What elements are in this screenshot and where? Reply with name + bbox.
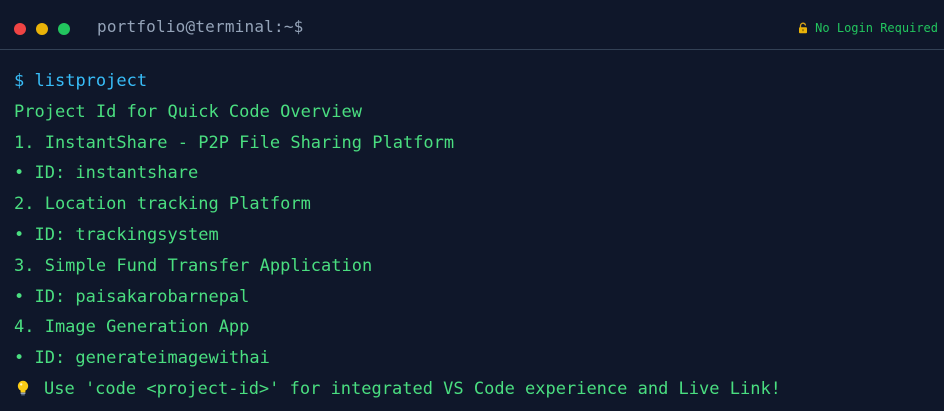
lock-icon — [797, 22, 809, 34]
project-id: • ID: paisakarobarnepal — [14, 286, 250, 307]
title-bar: portfolio@terminal:~$ No Login Required — [0, 0, 944, 50]
project-title: 3. Simple Fund Transfer Application — [14, 255, 373, 276]
login-status-text: No Login Required — [815, 21, 938, 35]
close-button[interactable] — [14, 23, 26, 35]
command-line: $ listproject — [14, 70, 936, 101]
project-title: 2. Location tracking Platform — [14, 194, 311, 215]
terminal-window: portfolio@terminal:~$ No Login Required … — [0, 0, 944, 411]
minimize-button[interactable] — [36, 23, 48, 35]
maximize-button[interactable] — [58, 23, 70, 35]
project-id: • ID: instantshare — [14, 163, 199, 184]
lightbulb-icon — [14, 379, 32, 397]
output-header: Project Id for Quick Code Overview — [14, 101, 362, 122]
project-id: • ID: trackingsystem — [14, 224, 219, 245]
project-title: 1. InstantShare - P2P File Sharing Platf… — [14, 132, 455, 153]
login-status: No Login Required — [797, 21, 938, 35]
terminal-output: $ listproject Project Id for Quick Code … — [14, 70, 936, 409]
project-title: 4. Image Generation App — [14, 317, 250, 338]
command-text: listproject — [34, 71, 148, 91]
prompt-symbol: $ — [14, 71, 25, 91]
project-id: • ID: generateimagewithai — [14, 348, 270, 369]
hint-text: Use 'code <project-id>' for integrated V… — [44, 378, 781, 399]
hint-line: Use 'code <project-id>' for integrated V… — [14, 378, 936, 409]
window-title: portfolio@terminal:~$ — [97, 17, 304, 36]
